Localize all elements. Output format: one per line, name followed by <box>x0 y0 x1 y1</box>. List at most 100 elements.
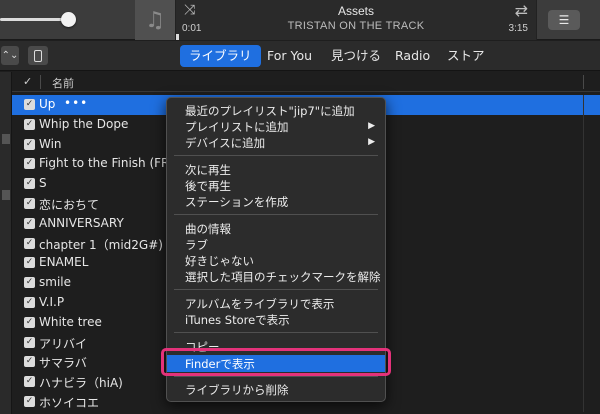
menu-item-label: iTunes Storeで表示 <box>185 313 290 327</box>
device-button[interactable] <box>28 46 48 65</box>
menu-separator <box>174 214 378 215</box>
sidebar-strip <box>0 72 12 414</box>
annotation-highlight-box <box>161 348 391 376</box>
song-title: ハナビラ（hiA) <box>39 376 123 391</box>
song-checkbox[interactable]: ✓ <box>24 217 35 229</box>
song-checkbox[interactable]: ✓ <box>24 138 35 150</box>
volume-slider-knob[interactable] <box>61 12 76 27</box>
song-title: S <box>39 176 47 191</box>
column-divider <box>583 312 584 333</box>
menu-item-song-info[interactable]: 曲の情報 <box>167 220 385 237</box>
submenu-arrow-icon: ▶ <box>368 121 375 131</box>
song-checkbox[interactable]: ✓ <box>24 297 35 308</box>
table-header: ✓ 名前 <box>12 72 600 92</box>
media-picker-button[interactable]: ⌃⌄ <box>1 46 19 65</box>
song-checkbox[interactable]: ✓ <box>24 158 35 170</box>
song-checkbox[interactable]: ✓ <box>24 396 35 407</box>
column-divider <box>583 253 584 274</box>
menu-item-create-station[interactable]: ステーションを作成 <box>167 193 385 210</box>
volume-slider[interactable] <box>0 18 70 21</box>
column-divider <box>583 134 584 155</box>
menu-item-label: ラブ <box>185 238 208 252</box>
song-checkbox[interactable]: ✓ <box>24 257 35 269</box>
song-checkbox[interactable]: ✓ <box>24 336 35 348</box>
column-divider <box>583 352 584 373</box>
menu-item-label: 最近のプレイリスト"jip7"に追加 <box>185 104 355 118</box>
now-playing-display: ⤨ Assets TRISTAN ON THE TRACK ⇄ 0:01 3:1… <box>175 0 537 40</box>
column-divider <box>583 293 584 313</box>
song-checkbox[interactable]: ✓ <box>24 198 35 209</box>
strip-marker <box>2 190 10 200</box>
menu-item-add-to-playlist[interactable]: プレイリストに追加 ▶ <box>167 118 385 135</box>
menu-item-delete-from-library[interactable]: ライブラリから削除 <box>167 381 385 398</box>
song-checkbox[interactable]: ✓ <box>24 316 35 328</box>
tab-store[interactable]: ストア <box>438 45 494 67</box>
column-divider <box>583 154 584 175</box>
column-divider <box>583 174 584 195</box>
column-divider <box>40 75 41 89</box>
menu-item-label: アルバムをライブラリで表示 <box>185 297 335 311</box>
menu-item-label: ライブラリから削除 <box>185 383 289 397</box>
tab-radio[interactable]: Radio <box>386 45 439 67</box>
iphone-icon <box>34 49 42 62</box>
up-next-button[interactable]: ☰ <box>548 10 580 30</box>
song-title: V.I.P <box>39 295 65 309</box>
menu-separator <box>174 155 378 156</box>
menu-item-uncheck-selection[interactable]: 選択した項目のチェックマークを解除 <box>167 268 385 285</box>
column-header-checkbox[interactable]: ✓ <box>23 75 32 88</box>
song-title: chapter 1（mid2G#) <box>39 237 163 252</box>
menu-item-play-later[interactable]: 後で再生 <box>167 177 385 194</box>
strip-marker <box>2 134 10 144</box>
column-divider <box>583 194 584 214</box>
menu-item-add-to-recent-playlist[interactable]: 最近のプレイリスト"jip7"に追加 <box>167 102 385 119</box>
column-divider <box>583 332 584 353</box>
song-title: White tree <box>39 314 102 329</box>
menu-item-label: 曲の情報 <box>185 222 231 236</box>
now-playing-title: Assets <box>337 4 374 18</box>
submenu-arrow-icon: ▶ <box>368 137 375 147</box>
menu-item-dislike[interactable]: 好きじゃない <box>167 252 385 269</box>
song-title: 恋におちて <box>39 198 100 212</box>
song-title: Win <box>39 136 62 151</box>
menu-item-label: 選択した項目のチェックマークを解除 <box>185 270 381 284</box>
song-checkbox[interactable]: ✓ <box>24 356 35 368</box>
song-checkbox[interactable]: ✓ <box>24 118 35 130</box>
menu-item-label: 後で再生 <box>185 179 231 193</box>
tab-for-you[interactable]: For You <box>258 45 321 67</box>
menu-item-show-album-in-library[interactable]: アルバムをライブラリで表示 <box>167 295 385 312</box>
menu-item-love[interactable]: ラブ <box>167 236 385 253</box>
song-checkbox[interactable]: ✓ <box>24 99 35 110</box>
song-checkbox[interactable]: ✓ <box>24 237 35 249</box>
column-header-name[interactable]: 名前 <box>52 75 74 91</box>
song-title: ホソイコエ <box>39 396 100 410</box>
song-checkbox[interactable]: ✓ <box>24 277 35 289</box>
song-title: Whip the Dope <box>39 116 129 131</box>
song-title: Up <box>39 97 56 111</box>
song-checkbox[interactable]: ✓ <box>24 376 35 388</box>
song-title: サマラバ <box>39 356 87 371</box>
tab-browse[interactable]: 見つける <box>322 45 390 67</box>
up-next-list-icon: ☰ <box>558 13 570 27</box>
playback-progress-head[interactable] <box>176 34 179 40</box>
column-divider <box>583 95 584 115</box>
song-title: Fight to the Finish (FRE <box>39 156 177 171</box>
menu-item-add-to-device[interactable]: デバイスに追加 ▶ <box>167 134 385 151</box>
column-divider <box>583 213 584 234</box>
song-title: ANNIVERSARY <box>39 215 124 230</box>
song-title: アリバイ <box>39 336 88 351</box>
player-toolbar: ♫ ⤨ Assets TRISTAN ON THE TRACK ⇄ 0:01 3… <box>0 0 600 40</box>
menu-separator <box>174 376 378 377</box>
elapsed-time: 0:01 <box>182 23 202 34</box>
column-divider <box>583 273 584 294</box>
menu-item-play-next[interactable]: 次に再生 <box>167 161 385 178</box>
tab-library[interactable]: ライブラリ <box>180 45 261 67</box>
repeat-icon[interactable]: ⇄ <box>515 1 528 20</box>
menu-item-show-in-itunes-store[interactable]: iTunes Storeで表示 <box>167 311 385 328</box>
more-options-icon[interactable]: ••• <box>64 96 88 110</box>
column-divider <box>583 372 584 393</box>
song-checkbox[interactable]: ✓ <box>24 178 35 190</box>
song-title: smile <box>39 275 71 290</box>
now-playing-artist: TRISTAN ON THE TRACK <box>287 20 425 32</box>
album-artwork[interactable]: ♫ <box>135 0 175 40</box>
menu-separator <box>174 289 378 290</box>
